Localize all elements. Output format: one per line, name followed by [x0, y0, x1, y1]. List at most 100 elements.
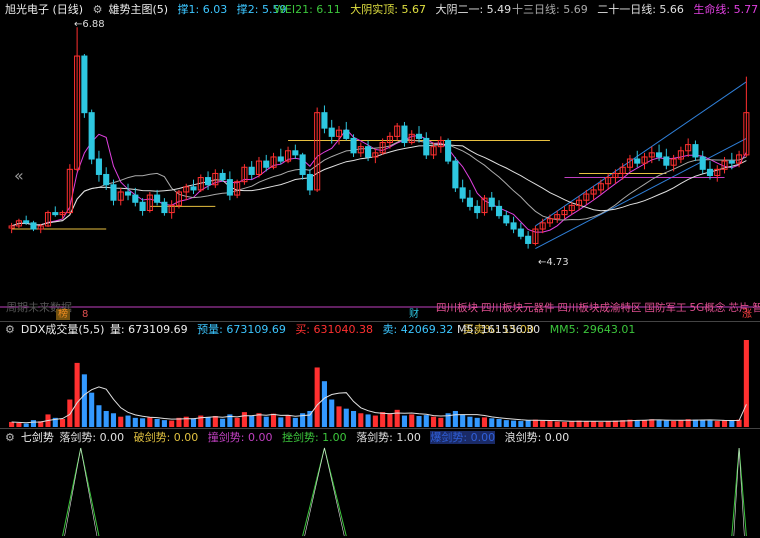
- high-price-label: ←6.88: [74, 19, 105, 30]
- volume-bar: [678, 420, 684, 427]
- concept-tag[interactable]: 5G概念: [690, 302, 726, 314]
- stock-chart: [0, 27, 760, 537]
- ma5-line: [11, 128, 747, 233]
- candle: [677, 146, 684, 164]
- volume-bar: [212, 416, 218, 427]
- candle: [343, 121, 350, 141]
- main-header-right: WEI21: 6.11 大阴实顶: 5.67 大阴二一: 5.49: [274, 3, 517, 17]
- sword-4: 挫剑势: 1.00: [281, 431, 347, 444]
- volume-bar: [416, 416, 422, 427]
- candle: [466, 189, 473, 211]
- sword-signal: [62, 447, 100, 537]
- candle: [154, 189, 161, 206]
- volume-bar: [103, 410, 109, 427]
- volume-bar: [220, 418, 226, 427]
- concept-tag[interactable]: 四川板块: [558, 302, 600, 314]
- candle: [357, 142, 364, 157]
- gear-icon[interactable]: ⚙: [5, 323, 15, 337]
- volume-bar: [583, 421, 589, 427]
- candle: [255, 156, 263, 178]
- gear-icon[interactable]: ⚙: [93, 3, 103, 17]
- candle-body: [292, 150, 299, 156]
- concept-tag[interactable]: 元器件: [523, 302, 555, 314]
- candle: [743, 76, 750, 157]
- volume-bar: [605, 421, 611, 427]
- volume-bar: [380, 412, 386, 427]
- candle-body: [190, 186, 197, 191]
- volume-bar: [634, 420, 640, 427]
- volume-bar: [700, 420, 706, 427]
- volume-bar: [190, 418, 197, 427]
- stock-title[interactable]: 旭光电子 (日线): [5, 3, 83, 16]
- volume-bar: [692, 419, 698, 427]
- volume-bar: [663, 420, 669, 427]
- candle-body: [95, 158, 102, 175]
- candle: [161, 198, 168, 216]
- candle-body: [525, 235, 532, 244]
- candle: [59, 210, 66, 219]
- main-header: 旭光电子 (日线) ⚙ 雄势主图(5) 撑1: 6.03 撑2: 5.59: [5, 3, 292, 17]
- candle-body: [365, 146, 372, 158]
- concept-tag[interactable]: 四川板块: [436, 302, 478, 314]
- volume-bar: [518, 421, 524, 427]
- candle-body: [692, 144, 699, 158]
- volume-bar: [132, 417, 138, 427]
- lifeline-value: 生命线: 5.77: [693, 3, 759, 16]
- candle: [139, 198, 146, 216]
- sword-indicator-name[interactable]: 七剑势: [21, 431, 54, 444]
- candle: [212, 169, 219, 188]
- candle: [241, 164, 248, 185]
- sword-signal: [302, 447, 347, 537]
- candle-body: [706, 168, 714, 176]
- volume-bar: [554, 421, 560, 427]
- candle-body: [124, 191, 132, 196]
- volume-bar: [140, 418, 146, 427]
- candle: [517, 222, 524, 240]
- collapse-left-icon[interactable]: «: [14, 166, 24, 185]
- candle-body: [699, 156, 706, 170]
- volume-bar: [23, 423, 29, 427]
- volume-bar: [292, 417, 298, 427]
- candle-body: [510, 222, 517, 230]
- volume-bar: [343, 408, 349, 427]
- volume-bar: [714, 421, 720, 427]
- concept-tags: 四川板块四川板块元器件四川板块成渝特区国防军工5G概念芯片智能电网: [436, 301, 760, 315]
- volume-bar: [707, 420, 713, 427]
- concept-tag[interactable]: 国防军工: [645, 302, 687, 314]
- volume-bar: [641, 420, 648, 427]
- candle-body: [219, 172, 226, 181]
- volume-bar: [241, 412, 247, 427]
- candle: [546, 214, 553, 227]
- volume-bar: [365, 414, 371, 427]
- candle: [306, 169, 313, 196]
- volume-value: 量: 673109.69: [109, 323, 188, 336]
- concept-tag[interactable]: 智能电网: [752, 302, 760, 314]
- volume-bar: [125, 415, 131, 427]
- low-price-label: ←4.73: [538, 257, 569, 268]
- indicator-name[interactable]: 雄势主图(5): [108, 3, 168, 16]
- volume-indicator-name[interactable]: DDX成交量(5,5): [21, 323, 105, 336]
- volume-bar: [394, 409, 400, 427]
- candle: [95, 150, 102, 182]
- candle-body: [423, 137, 430, 156]
- volume-bar: [561, 421, 568, 427]
- concept-tag[interactable]: 成渝特区: [600, 302, 642, 314]
- candle-body: [110, 184, 117, 201]
- candle-body: [23, 220, 30, 224]
- volume-bar: [249, 416, 255, 427]
- candle: [248, 161, 255, 180]
- candle: [597, 179, 604, 195]
- trend-lines: [11, 81, 747, 250]
- candle: [103, 167, 110, 190]
- candle: [452, 156, 459, 192]
- gear-icon[interactable]: ⚙: [5, 431, 15, 445]
- concept-tag[interactable]: 四川板块: [481, 302, 523, 314]
- panel-divider-2: [0, 428, 760, 429]
- volume-bar: [503, 420, 509, 427]
- candle-body: [459, 187, 466, 199]
- candle: [52, 206, 59, 217]
- candle-body: [656, 152, 663, 158]
- candle-body: [248, 166, 255, 175]
- candle-body: [401, 125, 408, 144]
- candle-body: [226, 179, 233, 196]
